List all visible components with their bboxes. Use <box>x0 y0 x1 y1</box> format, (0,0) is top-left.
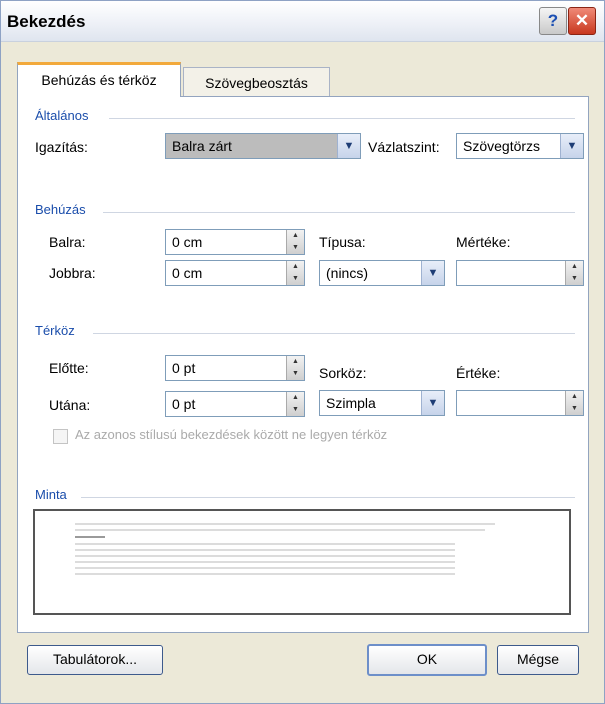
indent-left-spinner[interactable]: 0 cm ▲ ▼ <box>165 229 305 255</box>
indent-type-select[interactable]: (nincs) ▼ <box>319 260 445 286</box>
indent-type-label: Típusa: <box>319 234 366 250</box>
indent-type-value: (nincs) <box>326 265 369 281</box>
paragraph-dialog: Bekezdés ? ✕ Behúzás és térköz Szövegbeo… <box>0 0 605 704</box>
close-button[interactable]: ✕ <box>568 7 596 35</box>
indentation-divider <box>103 212 575 213</box>
spacing-before-spinner[interactable]: 0 pt ▲ ▼ <box>165 355 305 381</box>
alignment-value: Balra zárt <box>166 134 338 158</box>
preview-line <box>75 543 455 545</box>
indentation-heading: Behúzás <box>35 202 86 217</box>
spinner-arrows-icon[interactable]: ▲ ▼ <box>286 230 304 254</box>
spacing-heading: Térköz <box>35 323 75 338</box>
spacing-before-value: 0 pt <box>172 360 196 376</box>
preview-line <box>75 567 455 569</box>
general-divider <box>109 118 575 119</box>
ok-button[interactable]: OK <box>367 644 487 676</box>
preview-divider <box>81 497 575 498</box>
preview-line <box>75 536 105 538</box>
outline-level-select[interactable]: Szövegtörzs ▼ <box>456 133 584 159</box>
tab-line-page-breaks[interactable]: Szövegbeosztás <box>183 67 330 98</box>
spacing-after-label: Utána: <box>49 397 91 413</box>
spinner-arrows-icon[interactable]: ▲ ▼ <box>286 392 304 416</box>
preview-line <box>75 573 455 575</box>
spinner-arrows-icon[interactable]: ▲ ▼ <box>565 261 583 285</box>
tabs-button[interactable]: Tabulátorok... <box>27 645 163 675</box>
help-button[interactable]: ? <box>539 7 567 35</box>
tab-indents-spacing[interactable]: Behúzás és térköz <box>17 62 181 97</box>
preview-line <box>75 561 455 563</box>
line-spacing-at-spinner[interactable]: ▲ ▼ <box>456 390 584 416</box>
alignment-select[interactable]: Balra zárt ▼ <box>165 133 361 159</box>
alignment-label: Igazítás: <box>35 139 88 155</box>
indent-amount-label: Mértéke: <box>456 234 511 250</box>
indent-right-label: Jobbra: <box>49 265 96 281</box>
spacing-after-spinner[interactable]: 0 pt ▲ ▼ <box>165 391 305 417</box>
indent-left-value: 0 cm <box>172 234 203 250</box>
no-space-label: Az azonos stílusú bekezdések között ne l… <box>75 427 388 442</box>
line-spacing-value: Szimpla <box>326 395 376 411</box>
outline-level-label: Vázlatszint: <box>368 139 440 155</box>
indent-amount-spinner[interactable]: ▲ ▼ <box>456 260 584 286</box>
indent-right-spinner[interactable]: 0 cm ▲ ▼ <box>165 260 305 286</box>
cancel-button[interactable]: Mégse <box>497 645 579 675</box>
spinner-arrows-icon[interactable]: ▲ ▼ <box>565 391 583 415</box>
spinner-arrows-icon[interactable]: ▲ ▼ <box>286 261 304 285</box>
line-spacing-select[interactable]: Szimpla ▼ <box>319 390 445 416</box>
chevron-down-icon[interactable]: ▼ <box>337 134 360 158</box>
chevron-down-icon[interactable]: ▼ <box>421 391 444 415</box>
spinner-arrows-icon[interactable]: ▲ ▼ <box>286 356 304 380</box>
indent-left-label: Balra: <box>49 234 86 250</box>
preview-line <box>75 523 495 525</box>
line-spacing-at-label: Értéke: <box>456 365 501 381</box>
spacing-divider <box>93 333 575 334</box>
general-heading: Általános <box>35 108 89 123</box>
line-spacing-label: Sorköz: <box>319 365 367 381</box>
indent-right-value: 0 cm <box>172 265 203 281</box>
preview-line <box>75 529 485 531</box>
dialog-title: Bekezdés <box>7 12 86 31</box>
chevron-down-icon[interactable]: ▼ <box>421 261 444 285</box>
preview-line <box>75 549 455 551</box>
spacing-after-value: 0 pt <box>172 396 196 412</box>
chevron-down-icon[interactable]: ▼ <box>560 134 583 158</box>
spacing-before-label: Előtte: <box>49 360 89 376</box>
preview-line <box>75 555 455 557</box>
outline-level-value: Szövegtörzs <box>463 138 541 154</box>
title-bar: Bekezdés ? ✕ <box>1 1 604 42</box>
no-space-checkbox[interactable] <box>53 429 68 444</box>
preview-heading: Minta <box>35 487 67 502</box>
preview-box <box>33 509 571 615</box>
